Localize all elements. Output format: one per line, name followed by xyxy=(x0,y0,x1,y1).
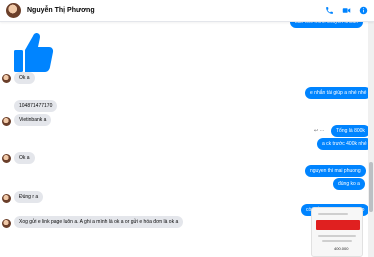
transfer-receipt-image[interactable]: 400.000 xyxy=(311,207,363,257)
reply-icon[interactable]: ↩ ⋯ xyxy=(314,128,325,134)
message-in: 104871477170 xyxy=(14,100,58,112)
receipt-line xyxy=(322,240,352,242)
message-in: Ok a xyxy=(14,152,35,164)
receipt-line xyxy=(318,235,356,237)
message-out: nguyen thi mai phuong xyxy=(305,165,366,177)
scrollbar[interactable] xyxy=(368,22,374,257)
scrollbar-thumb[interactable] xyxy=(369,162,373,212)
contact-avatar xyxy=(2,74,11,83)
header-actions xyxy=(325,6,368,15)
receipt-banner xyxy=(316,220,360,230)
message-in: Vietinbank a xyxy=(14,114,52,126)
message-out: e nhắn tài giúp a nhé nhé xyxy=(305,87,372,99)
message-in: Ok a xyxy=(14,72,35,84)
video-icon[interactable] xyxy=(342,6,351,15)
message-out: Tổng là 800k xyxy=(331,125,370,137)
message-in: Xog gửi e link page luôn a. A ghi a mình… xyxy=(14,216,184,228)
contact-avatar xyxy=(2,194,11,203)
receipt-amount: 400.000 xyxy=(334,246,349,251)
chat-header: Nguyễn Thị Phương xyxy=(0,0,374,22)
contact-avatar[interactable] xyxy=(6,3,21,18)
contact-avatar xyxy=(2,219,11,228)
receipt-line xyxy=(318,213,348,215)
phone-icon[interactable] xyxy=(325,6,334,15)
message-in: Đúng r a xyxy=(14,191,44,203)
info-icon[interactable] xyxy=(359,6,368,15)
message-out: đúng ko a xyxy=(333,178,365,190)
thumbs-up-icon xyxy=(14,32,54,72)
contact-avatar xyxy=(2,117,11,126)
contact-name[interactable]: Nguyễn Thị Phương xyxy=(27,7,95,14)
message-out: a ck trước 400k nhé xyxy=(317,138,372,150)
contact-avatar xyxy=(2,154,11,163)
